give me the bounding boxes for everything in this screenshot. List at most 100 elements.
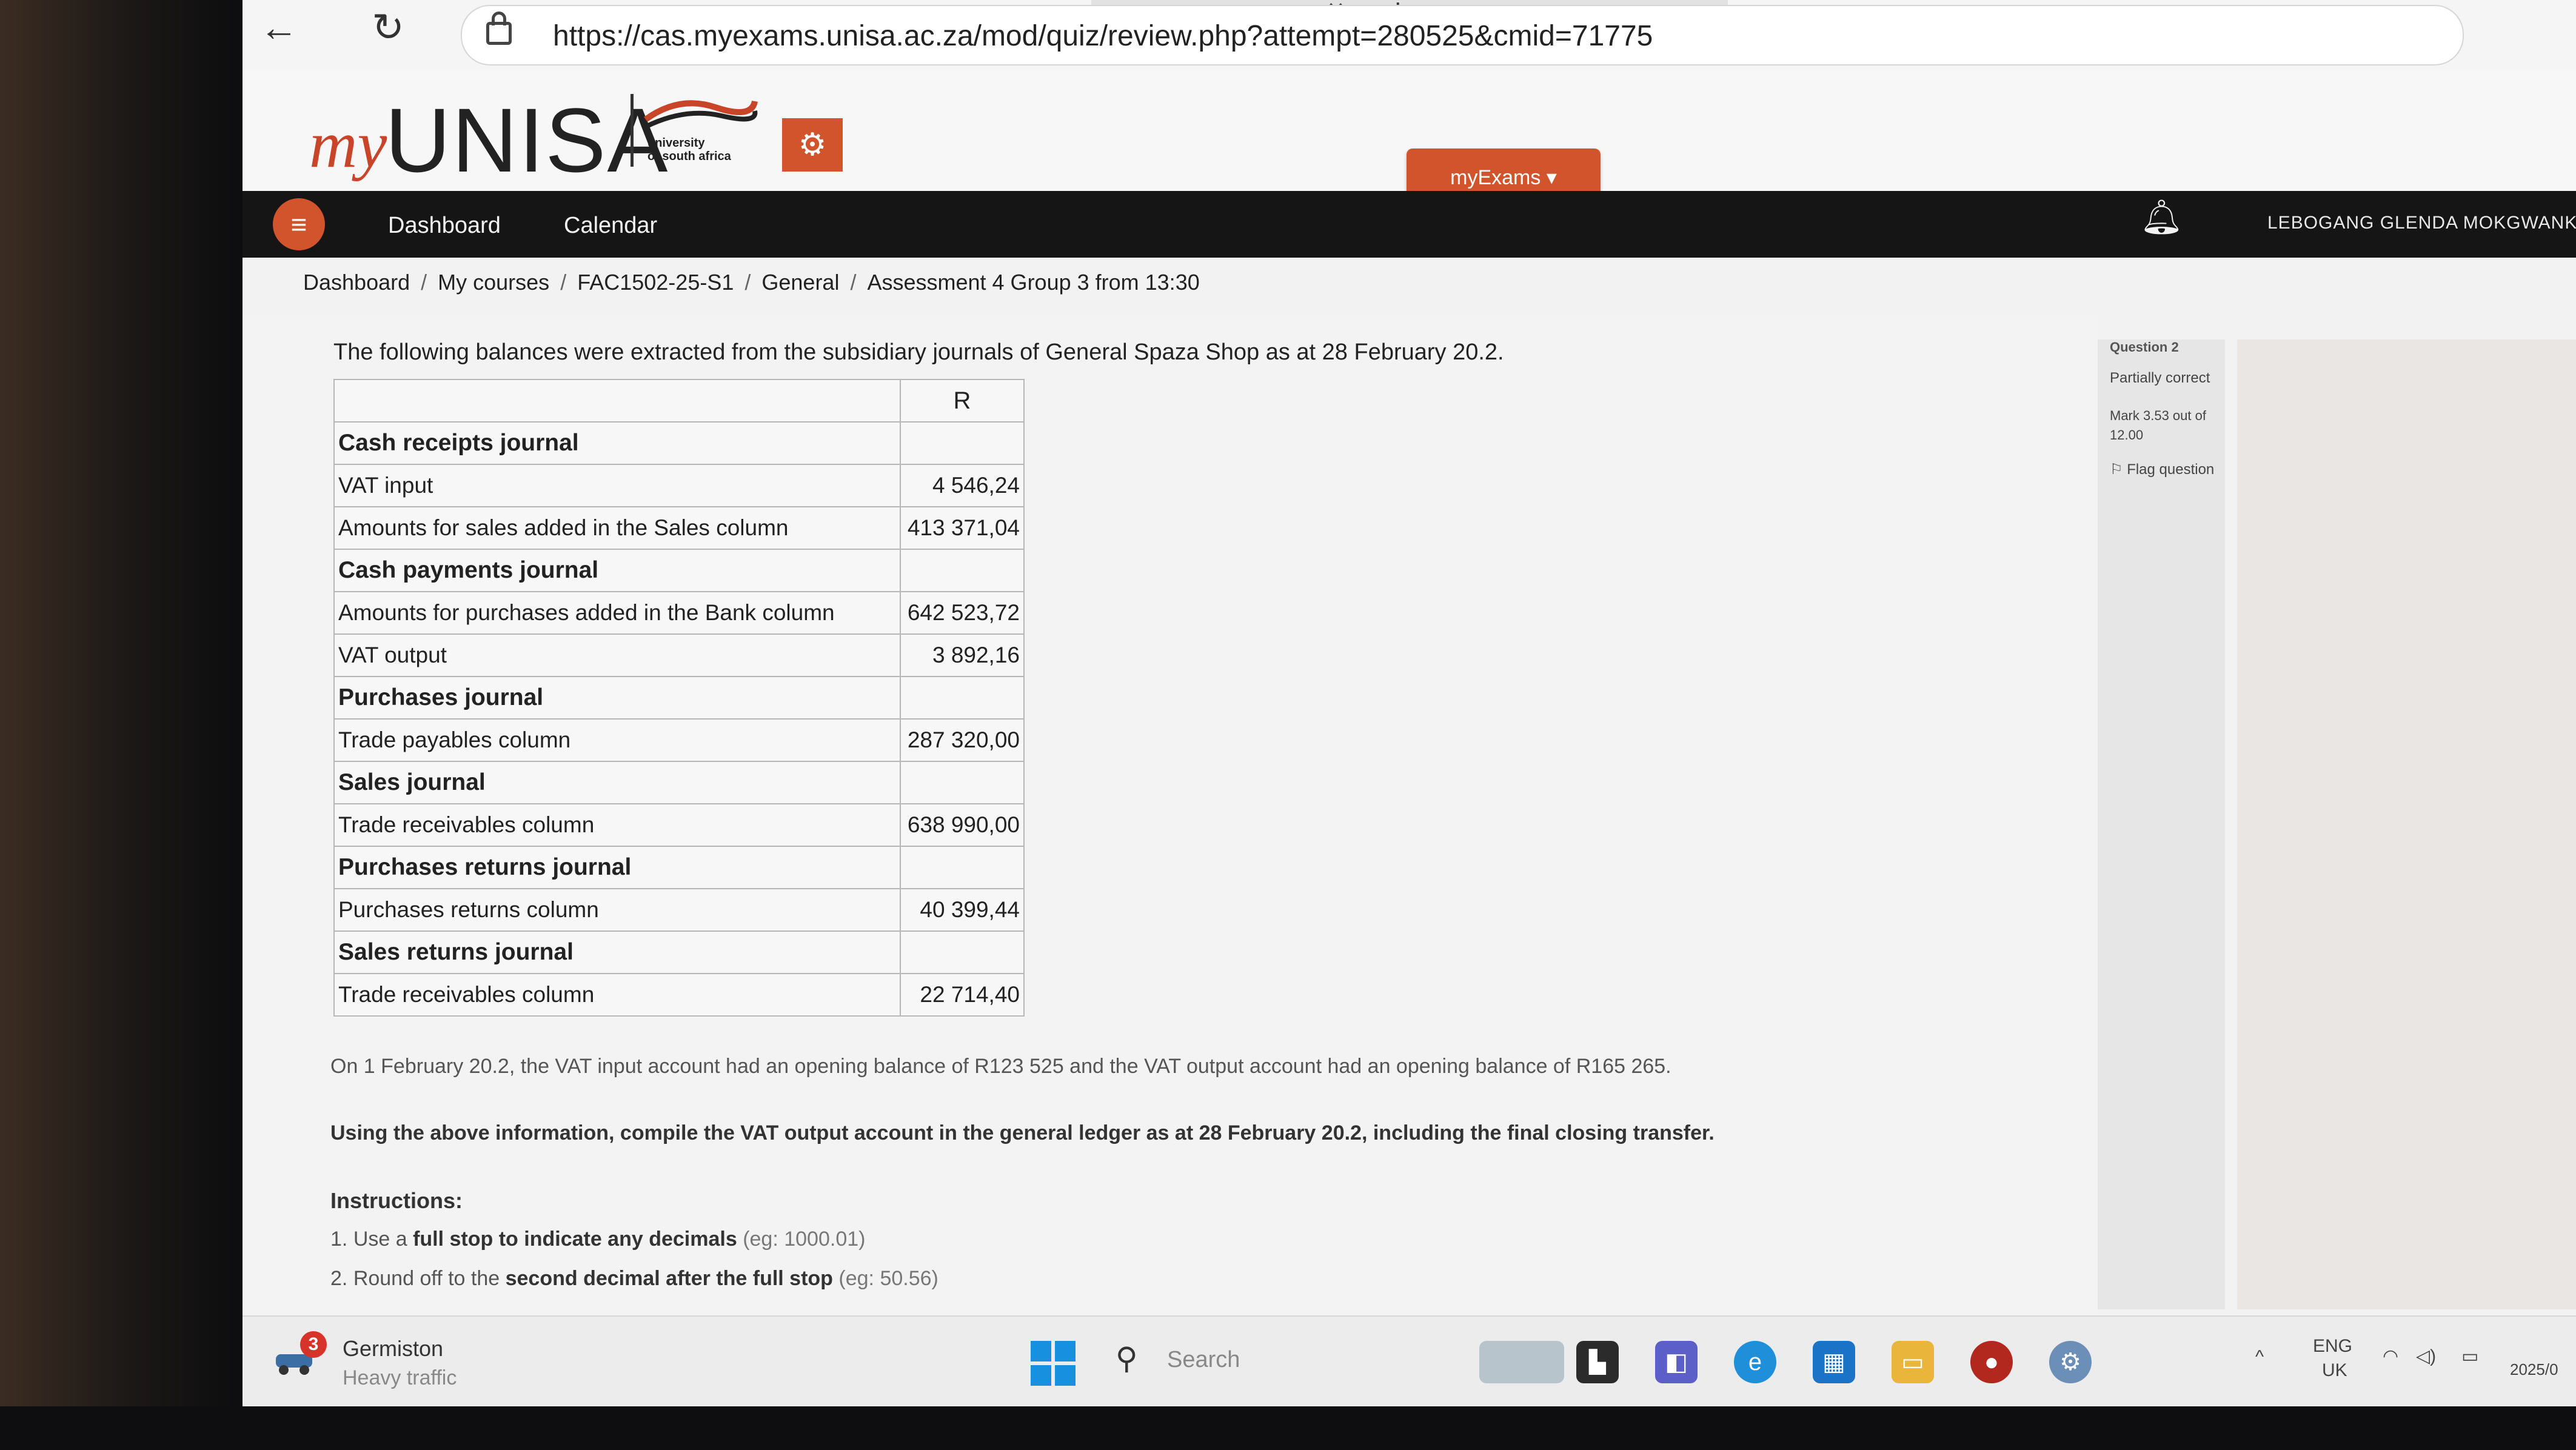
logo-my-text: my bbox=[309, 107, 387, 181]
language-code[interactable]: ENG bbox=[2313, 1336, 2352, 1357]
line-item-amount bbox=[900, 421, 1025, 465]
monitor-bezel-left bbox=[0, 0, 243, 1450]
journal-section-label: Purchases journal bbox=[333, 676, 901, 720]
table-row: Sales journal bbox=[333, 761, 1025, 804]
menu-toggle-button[interactable]: ≡ bbox=[273, 198, 325, 250]
table-row: Purchases journal bbox=[333, 676, 1025, 720]
table-row: Purchases returns journal bbox=[333, 846, 1025, 889]
task-statement: Using the above information, compile the… bbox=[330, 1121, 1715, 1144]
app-red-icon[interactable]: ● bbox=[1970, 1341, 2013, 1383]
question-mark: Mark 3.53 out of 12.00 bbox=[2110, 408, 2206, 443]
line-item-amount: 287 320,00 bbox=[900, 718, 1025, 762]
reload-icon[interactable]: ↻ bbox=[364, 3, 412, 52]
line-item-amount bbox=[900, 761, 1025, 804]
logo-subtitle: university of south africa bbox=[647, 136, 731, 163]
line-item-label: VAT input bbox=[333, 464, 901, 507]
nav-dashboard[interactable]: Dashboard bbox=[388, 213, 501, 239]
instruction-text: Use a bbox=[353, 1228, 413, 1251]
windows-taskbar: 3 Germiston Heavy traffic ⚲ Search ▙ ◧ e… bbox=[243, 1315, 2576, 1406]
battery-icon[interactable]: ▭ bbox=[2461, 1346, 2478, 1367]
line-item-label: Trade payables column bbox=[333, 718, 901, 762]
line-item-label: Trade receivables column bbox=[333, 973, 901, 1017]
site-header: my UNISA university of south africa ⚙ my… bbox=[243, 70, 2576, 207]
line-item-amount: 3 892,16 bbox=[900, 633, 1025, 677]
line-item-label: Amounts for sales added in the Sales col… bbox=[333, 506, 901, 550]
notification-bell-icon[interactable]: 🔔︎ bbox=[2140, 197, 2183, 237]
line-item-amount bbox=[900, 846, 1025, 889]
line-item-amount: 40 399,44 bbox=[900, 888, 1025, 932]
breadcrumb-separator: / bbox=[744, 270, 751, 295]
instruction-text: Round off to the bbox=[353, 1267, 506, 1290]
line-item-amount bbox=[900, 549, 1025, 592]
question-content: The following balances were extracted fr… bbox=[243, 315, 2098, 1315]
logo-flag-icon bbox=[644, 100, 758, 129]
chat-icon[interactable]: ◧ bbox=[1655, 1341, 1698, 1383]
instruction-number: 2. bbox=[330, 1267, 348, 1290]
store-icon[interactable]: ▦ bbox=[1813, 1341, 1855, 1383]
weather-city: Germiston bbox=[343, 1336, 444, 1361]
taskbar-search-box[interactable]: Search bbox=[1167, 1347, 1240, 1373]
tray-chevron-up-icon[interactable]: ^ bbox=[2255, 1347, 2264, 1368]
opening-balance-note: On 1 February 20.2, the VAT input accoun… bbox=[330, 1055, 1671, 1078]
wifi-icon[interactable]: ◠ bbox=[2383, 1346, 2398, 1367]
line-item-amount: 638 990,00 bbox=[900, 803, 1025, 847]
language-region[interactable]: UK bbox=[2322, 1360, 2347, 1381]
table-row: Cash receipts journal bbox=[333, 421, 1025, 465]
clock-date[interactable]: 2025/0 bbox=[2510, 1360, 2558, 1379]
line-item-label: Trade receivables column bbox=[333, 803, 901, 847]
start-button-windows-icon[interactable] bbox=[1031, 1341, 1076, 1386]
quiz-navigation-area bbox=[2237, 339, 2576, 1309]
line-item-label: VAT output bbox=[333, 633, 901, 677]
breadcrumb-assessment[interactable]: Assessment 4 Group 3 from 13:30 bbox=[867, 270, 1199, 295]
journal-section-label: Sales journal bbox=[333, 761, 901, 804]
breadcrumb: Dashboard / My courses / FAC1502-25-S1 / Gener… bbox=[303, 270, 1200, 295]
settings-button[interactable]: ⚙ bbox=[782, 118, 843, 172]
instruction-number: 1. bbox=[330, 1228, 348, 1251]
address-bar[interactable]: https://cas.myexams.unisa.ac.za/mod/quiz… bbox=[461, 5, 2464, 65]
search-icon[interactable]: ⚲ bbox=[1116, 1341, 1138, 1376]
line-item-label: Amounts for purchases added in the Bank … bbox=[333, 591, 901, 635]
logo-sub-line-1: university bbox=[647, 136, 705, 150]
landscape-widget-icon[interactable] bbox=[1479, 1341, 1564, 1383]
breadcrumb-course[interactable]: FAC1502-25-S1 bbox=[577, 270, 734, 295]
volume-icon[interactable]: ◁) bbox=[2416, 1346, 2436, 1367]
nav-calendar[interactable]: Calendar bbox=[564, 213, 657, 239]
journal-section-label: Cash payments journal bbox=[333, 549, 901, 592]
instruction-item: 2. Round off to the second decimal after… bbox=[330, 1267, 938, 1291]
breadcrumb-separator: / bbox=[560, 270, 567, 295]
instruction-emphasis: full stop to indicate any decimals bbox=[413, 1228, 737, 1251]
breadcrumb-my-courses[interactable]: My courses bbox=[438, 270, 549, 295]
flag-question-link[interactable]: ⚐ Flag question bbox=[2110, 461, 2214, 478]
breadcrumb-separator: / bbox=[850, 270, 857, 295]
instruction-example: (eg: 50.56) bbox=[838, 1267, 938, 1290]
url-text: https://cas.myexams.unisa.ac.za/mod/quiz… bbox=[553, 20, 1653, 52]
journal-section-label: Cash receipts journal bbox=[333, 421, 901, 465]
line-item-amount: 413 371,04 bbox=[900, 506, 1025, 550]
balances-table: R Cash receipts journal VAT input 4 546,24… bbox=[333, 379, 1025, 1017]
task-view-icon[interactable]: ▙ bbox=[1576, 1341, 1619, 1383]
table-row: Purchases returns column 40 399,44 bbox=[333, 888, 1025, 932]
breadcrumb-general[interactable]: General bbox=[761, 270, 839, 295]
file-explorer-icon[interactable]: ▭ bbox=[1892, 1341, 1934, 1383]
table-row: Amounts for purchases added in the Bank … bbox=[333, 591, 1025, 635]
monitor-bezel-bottom bbox=[0, 1406, 2576, 1450]
user-menu[interactable]: LEBOGANG GLENDA MOKGWANKGW bbox=[2267, 213, 2576, 233]
edge-browser-icon[interactable]: e bbox=[1734, 1341, 1776, 1383]
flag-question-label: Flag question bbox=[2127, 461, 2215, 478]
journal-section-label: Sales returns journal bbox=[333, 930, 901, 974]
hamburger-icon: ≡ bbox=[290, 209, 307, 240]
journal-section-label: Purchases returns journal bbox=[333, 846, 901, 889]
back-icon[interactable]: ← bbox=[255, 3, 303, 52]
table-row: VAT output 3 892,16 bbox=[333, 633, 1025, 677]
screen: × + ← ↻ https://cas.myexams.unisa.ac.za/… bbox=[243, 0, 2576, 1406]
breadcrumb-dashboard[interactable]: Dashboard bbox=[303, 270, 410, 295]
line-item-label: Purchases returns column bbox=[333, 888, 901, 932]
weather-status: Heavy traffic bbox=[343, 1366, 457, 1389]
table-row: Cash payments journal bbox=[333, 549, 1025, 592]
main-navbar: ≡ Dashboard Calendar 🔔︎ LEBOGANG GLENDA … bbox=[243, 191, 2576, 258]
logo-unisa-text: UNISA bbox=[385, 89, 669, 191]
table-row: Trade payables column 287 320,00 bbox=[333, 718, 1025, 762]
settings-gear-icon[interactable]: ⚙ bbox=[2049, 1341, 2092, 1383]
breadcrumb-separator: / bbox=[421, 270, 427, 295]
instruction-example: (eg: 1000.01) bbox=[743, 1228, 866, 1251]
